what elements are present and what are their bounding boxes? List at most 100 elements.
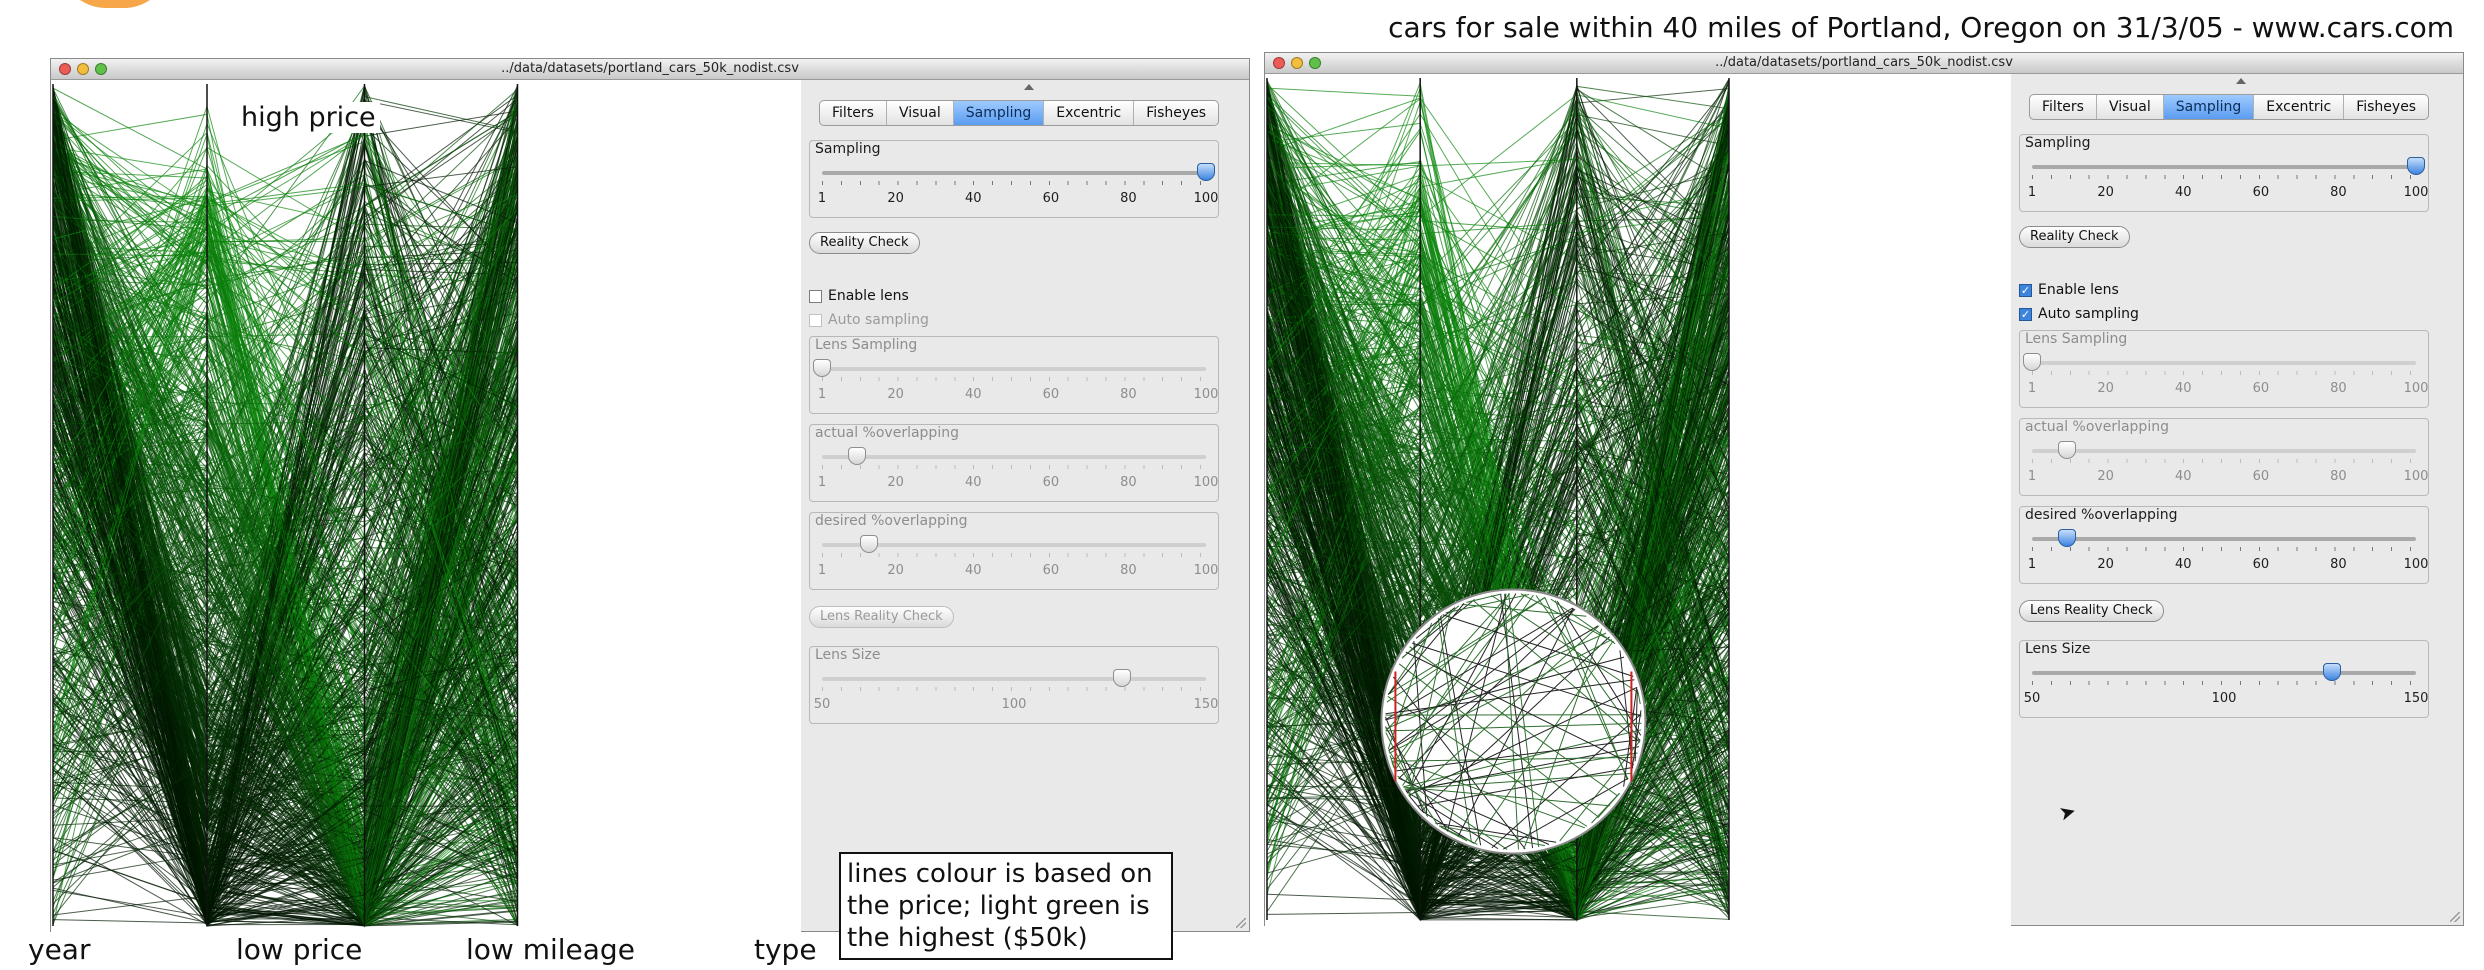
tab-visual[interactable]: Visual: [2097, 95, 2164, 119]
slider-tick-label: 100: [1193, 191, 1219, 206]
slider-tick-label: 150: [1193, 697, 1219, 712]
slider-tick-label: 40: [964, 475, 982, 490]
slider-label: actual %overlapping: [815, 425, 959, 441]
lens-reality-check-button[interactable]: Lens Reality Check: [809, 606, 954, 628]
parallel-coordinates-plot[interactable]: [1265, 74, 2011, 926]
window-title: ../data/datasets/portland_cars_50k_nodis…: [1715, 55, 2013, 70]
slider-track[interactable]: [2032, 671, 2416, 675]
slider-tick-label: 60: [2252, 469, 2270, 484]
slider-thumb[interactable]: [2057, 529, 2076, 547]
parallel-coordinates-plot[interactable]: high price: [51, 80, 801, 932]
slider-thumb[interactable]: [1112, 669, 1131, 687]
slider-track[interactable]: [822, 677, 1206, 681]
slider-tick-label: 60: [1042, 387, 1060, 402]
slider-thumb[interactable]: [2407, 157, 2425, 175]
slider-tick-label: 60: [2252, 557, 2270, 572]
lens-reality-check-button[interactable]: Lens Reality Check: [2019, 600, 2164, 622]
slider-tick-label: 40: [964, 387, 982, 402]
slider-tick-label: 100: [2403, 469, 2429, 484]
checkbox-box[interactable]: ✓: [2019, 307, 2032, 321]
lens-sampling-slider-group: Lens Sampling 1 20 40 60 80 100: [809, 336, 1219, 414]
slider-label: Lens Size: [2025, 641, 2091, 657]
slider-track[interactable]: [822, 367, 1206, 371]
slider-tick-label: 80: [1120, 191, 1137, 206]
checkbox-box[interactable]: ✓: [2019, 283, 2032, 297]
slider-minor-ticks: [822, 465, 1206, 469]
title-bar[interactable]: ../data/datasets/portland_cars_50k_nodis…: [51, 59, 1249, 80]
tab-excentric[interactable]: Excentric: [1044, 101, 1135, 125]
slider-track[interactable]: [2032, 361, 2416, 365]
slider-label: Lens Size: [815, 647, 881, 663]
slider-thumb[interactable]: [1197, 163, 1215, 181]
axis-label-low-mileage: low mileage: [466, 933, 635, 966]
checkbox-label: Enable lens: [828, 288, 909, 304]
slider-track[interactable]: [822, 543, 1206, 547]
slider-tick-label: 40: [2174, 381, 2192, 396]
slider-tick-label: 80: [2330, 185, 2347, 200]
lens-size-slider-group: Lens Size 50 100 150: [2019, 640, 2429, 718]
auto-sampling-checkbox[interactable]: ✓ Auto sampling: [2019, 306, 2139, 322]
enable-lens-checkbox[interactable]: ✓ Enable lens: [2019, 282, 2119, 298]
slider-thumb[interactable]: [2057, 441, 2076, 459]
slider-minor-ticks: [822, 377, 1206, 381]
checkbox-box[interactable]: [809, 289, 822, 303]
slider-tick-label: 20: [2097, 469, 2114, 484]
tab-filters[interactable]: Filters: [2030, 95, 2097, 119]
slider-tick-label: 50: [2023, 691, 2041, 706]
slider-track[interactable]: [2032, 537, 2416, 541]
tab-visual[interactable]: Visual: [887, 101, 954, 125]
slider-tick-label: 100: [2211, 691, 2237, 706]
checkbox-box[interactable]: [809, 313, 822, 327]
resize-grip-icon[interactable]: [2450, 912, 2460, 922]
tab-fisheyes[interactable]: Fisheyes: [1134, 101, 1218, 125]
collapse-grip-icon[interactable]: [1024, 84, 1034, 90]
control-panel: Filters Visual Sampling Excentric Fisheyes S…: [799, 80, 1249, 960]
collapse-grip-icon[interactable]: [2236, 78, 2246, 84]
desired-overlap-slider-group: desired %overlapping 1 20 40 60 80 100: [809, 512, 1219, 590]
slider-tick-label: 1: [817, 563, 827, 578]
slider-track[interactable]: [822, 455, 1206, 459]
slider-tick-label: 60: [2252, 381, 2270, 396]
slider-tick-label: 60: [2252, 185, 2270, 200]
reality-check-button[interactable]: Reality Check: [809, 232, 920, 254]
slider-thumb[interactable]: [2322, 663, 2341, 681]
tab-sampling[interactable]: Sampling: [953, 101, 1045, 125]
polyline-group: [52, 84, 518, 928]
slider-label: desired %overlapping: [2025, 507, 2178, 523]
enable-lens-checkbox[interactable]: Enable lens: [809, 288, 909, 304]
slider-label: Sampling: [815, 141, 881, 157]
reality-check-button[interactable]: Reality Check: [2019, 226, 2130, 248]
checkbox-label: Auto sampling: [828, 312, 929, 328]
slider-track[interactable]: [2032, 165, 2416, 169]
slider-tick-label: 20: [887, 563, 904, 578]
checkbox-label: Enable lens: [2038, 282, 2119, 298]
axis-label-low-price: low price: [236, 933, 363, 966]
slider-tick-label: 100: [1193, 387, 1219, 402]
slider-minor-ticks: [2032, 175, 2416, 179]
tab-excentric[interactable]: Excentric: [2254, 95, 2345, 119]
figure-caption: cars for sale within 40 miles of Portlan…: [1388, 11, 2454, 44]
slider-track[interactable]: [822, 171, 1206, 175]
slider-minor-ticks: [822, 687, 1206, 691]
logo-mark: [60, 0, 170, 8]
slider-tick-label: 20: [2097, 185, 2114, 200]
auto-sampling-checkbox[interactable]: Auto sampling: [809, 312, 929, 328]
slider-tick-label: 100: [1001, 697, 1027, 712]
slider-thumb[interactable]: [2023, 353, 2041, 371]
slider-tick-label: 1: [2027, 381, 2037, 396]
slider-track[interactable]: [2032, 449, 2416, 453]
slider-thumb[interactable]: [859, 535, 878, 553]
resize-grip-icon[interactable]: [1236, 918, 1246, 928]
slider-minor-ticks: [822, 553, 1206, 557]
tab-filters[interactable]: Filters: [820, 101, 887, 125]
plot-canvas[interactable]: [1265, 74, 2011, 926]
tab-fisheyes[interactable]: Fisheyes: [2344, 95, 2428, 119]
tab-sampling[interactable]: Sampling: [2163, 95, 2255, 119]
slider-tick-label: 1: [817, 387, 827, 402]
title-bar[interactable]: ../data/datasets/portland_cars_50k_nodis…: [1265, 53, 2463, 74]
plot-canvas[interactable]: [51, 80, 801, 932]
slider-thumb[interactable]: [847, 447, 866, 465]
slider-tick-label: 100: [2403, 381, 2429, 396]
slider-thumb[interactable]: [813, 359, 831, 377]
annotation-note: lines colour is based on the price; ligh…: [839, 852, 1173, 960]
